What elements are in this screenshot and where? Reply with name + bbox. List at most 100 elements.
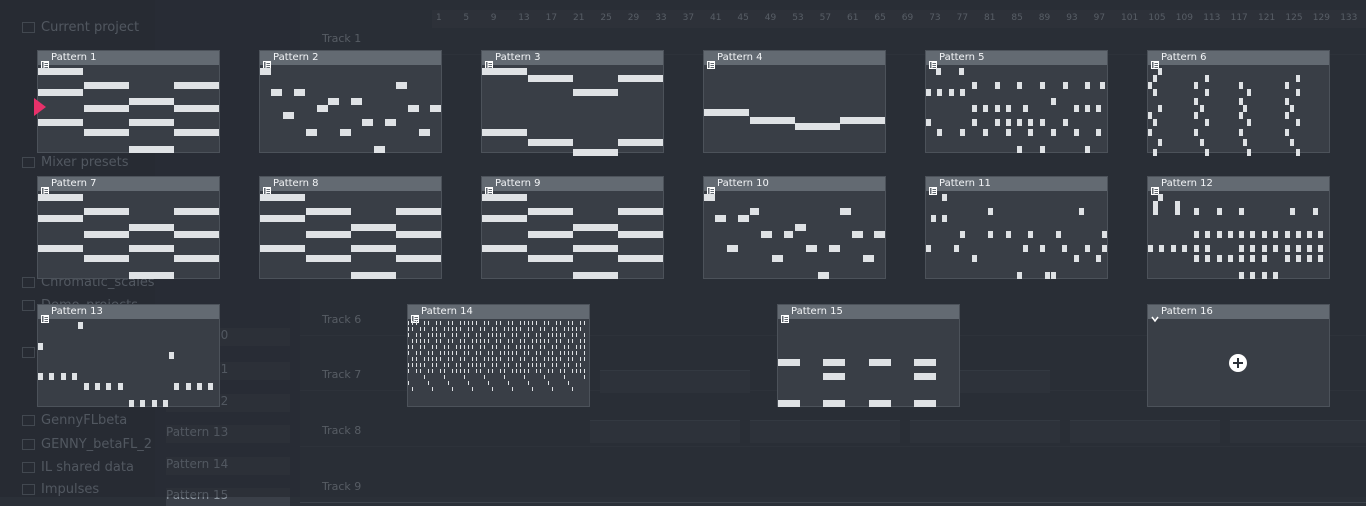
note-block bbox=[456, 345, 457, 349]
note-block bbox=[584, 333, 585, 337]
note-block bbox=[38, 343, 43, 350]
piano-roll-icon bbox=[707, 54, 715, 69]
note-block bbox=[972, 105, 977, 112]
note-block bbox=[412, 345, 413, 349]
note-block bbox=[416, 351, 417, 355]
note-block bbox=[778, 359, 800, 366]
note-block bbox=[448, 381, 449, 385]
note-block bbox=[995, 119, 1000, 126]
pattern-tile[interactable]: Pattern 11 bbox=[925, 176, 1108, 279]
pattern-tile[interactable]: Pattern 2 bbox=[259, 50, 442, 153]
note-block bbox=[408, 345, 409, 349]
note-block bbox=[84, 82, 129, 89]
note-block bbox=[618, 208, 663, 215]
note-block bbox=[1296, 231, 1301, 238]
pattern-tile-header: Pattern 15 bbox=[778, 305, 959, 323]
note-block bbox=[1102, 245, 1107, 252]
note-block bbox=[572, 351, 573, 355]
note-block bbox=[572, 387, 573, 391]
note-block bbox=[492, 363, 493, 367]
note-block bbox=[456, 369, 457, 373]
note-block bbox=[560, 351, 561, 355]
note-block bbox=[580, 363, 581, 367]
pattern-tile[interactable]: Pattern 15 bbox=[777, 304, 960, 407]
note-block bbox=[520, 369, 521, 373]
note-block bbox=[129, 245, 174, 252]
pattern-tile[interactable]: Pattern 5 bbox=[925, 50, 1108, 153]
pattern-name: Pattern 1 bbox=[51, 52, 97, 63]
note-block bbox=[1194, 98, 1198, 105]
note-block bbox=[317, 105, 328, 112]
note-block bbox=[428, 369, 429, 373]
note-block bbox=[456, 363, 457, 367]
note-block bbox=[484, 375, 485, 379]
pattern-tile[interactable]: Pattern 3 bbox=[481, 50, 664, 156]
note-block bbox=[524, 339, 525, 343]
note-block bbox=[1273, 272, 1278, 279]
pattern-tile[interactable]: Pattern 6 bbox=[1147, 50, 1330, 156]
pattern-name: Pattern 11 bbox=[939, 178, 991, 189]
pattern-tile[interactable]: Pattern 1 bbox=[37, 50, 220, 153]
note-block bbox=[129, 119, 174, 126]
note-block bbox=[1159, 245, 1164, 252]
pattern-name: Pattern 8 bbox=[273, 178, 319, 189]
pattern-preview bbox=[38, 191, 219, 279]
note-block bbox=[573, 272, 618, 279]
note-block bbox=[1318, 255, 1323, 262]
note-block bbox=[1318, 245, 1323, 252]
note-block bbox=[396, 255, 441, 262]
note-block bbox=[552, 327, 553, 331]
note-block bbox=[1307, 245, 1312, 252]
note-block bbox=[468, 381, 469, 385]
pattern-tile[interactable]: Pattern 12 bbox=[1147, 176, 1330, 279]
note-block bbox=[408, 333, 409, 337]
note-block bbox=[914, 400, 936, 407]
note-block bbox=[1153, 149, 1157, 156]
note-block bbox=[528, 321, 529, 325]
note-block bbox=[488, 369, 489, 373]
note-block bbox=[1148, 82, 1152, 89]
pattern-tile[interactable]: Pattern 9 bbox=[481, 176, 664, 279]
note-block bbox=[512, 351, 513, 355]
note-block bbox=[1296, 119, 1300, 126]
note-block bbox=[500, 333, 501, 337]
note-block bbox=[1262, 272, 1267, 279]
note-block bbox=[500, 357, 501, 361]
pattern-tile-header: Pattern 1 bbox=[38, 51, 219, 69]
note-block bbox=[1017, 82, 1022, 89]
pattern-name: Pattern 14 bbox=[421, 306, 473, 317]
note-block bbox=[1239, 208, 1244, 215]
note-block bbox=[504, 375, 505, 379]
note-block bbox=[508, 381, 509, 385]
note-block bbox=[271, 89, 282, 96]
note-block bbox=[1194, 129, 1198, 136]
pattern-tile[interactable]: Pattern 8 bbox=[259, 176, 442, 279]
note-block bbox=[174, 231, 219, 238]
note-block bbox=[106, 383, 111, 390]
note-block bbox=[174, 383, 179, 390]
note-block bbox=[528, 208, 573, 215]
pattern-tile[interactable]: Pattern 7 bbox=[37, 176, 220, 279]
note-block bbox=[1217, 231, 1222, 238]
note-block bbox=[863, 255, 874, 262]
pattern-tile[interactable]: Pattern 14 bbox=[407, 304, 590, 407]
pattern-tile[interactable]: Pattern 13 bbox=[37, 304, 220, 407]
note-block bbox=[516, 351, 517, 355]
note-block bbox=[1085, 105, 1090, 112]
note-block bbox=[1102, 231, 1107, 238]
pattern-tile[interactable]: Pattern 16 bbox=[1147, 304, 1330, 407]
note-block bbox=[869, 400, 891, 407]
note-block bbox=[1239, 98, 1243, 105]
note-block bbox=[496, 333, 497, 337]
note-block bbox=[580, 339, 581, 343]
note-block bbox=[960, 129, 965, 136]
note-block bbox=[544, 363, 545, 367]
note-block bbox=[129, 224, 174, 231]
note-block bbox=[428, 333, 429, 337]
pattern-tile[interactable]: Pattern 10 bbox=[703, 176, 886, 279]
note-block bbox=[512, 357, 513, 361]
pattern-tile[interactable]: Pattern 4 bbox=[703, 50, 886, 153]
note-block bbox=[504, 333, 505, 337]
plus-circle-icon[interactable] bbox=[1229, 354, 1247, 372]
note-block bbox=[500, 339, 501, 343]
